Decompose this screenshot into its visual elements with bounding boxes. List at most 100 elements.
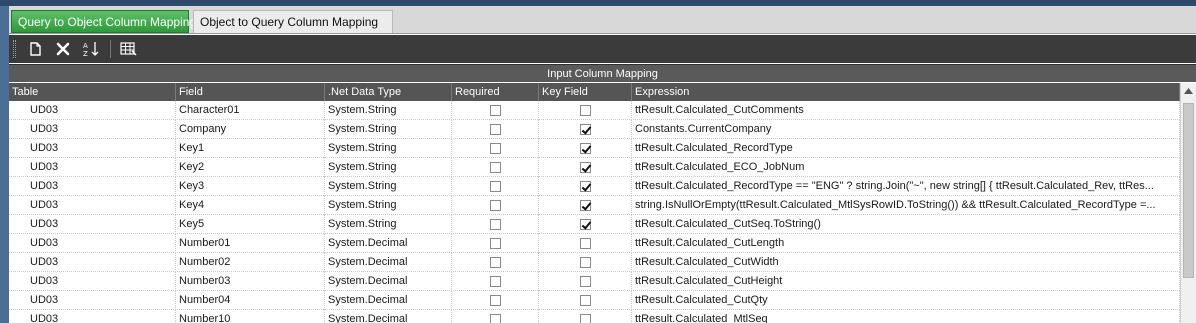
- key-field-checkbox[interactable]: [579, 200, 591, 211]
- cell-type[interactable]: System.Decimal: [325, 310, 452, 323]
- cell-type[interactable]: System.Decimal: [325, 291, 452, 310]
- delete-button[interactable]: [52, 38, 74, 60]
- table-row[interactable]: UD03 Key5 System.String ttResult.Calculated…: [9, 215, 1180, 234]
- key-field-checkbox[interactable]: [579, 238, 591, 249]
- sort-button[interactable]: A Z: [80, 38, 102, 60]
- table-row[interactable]: UD03 Key3 System.String ttResult.Calculated…: [9, 177, 1180, 196]
- cell-table[interactable]: UD03: [9, 253, 176, 272]
- column-header-type[interactable]: .Net Data Type: [325, 83, 452, 101]
- cell-field[interactable]: Key5: [176, 215, 325, 234]
- key-field-checkbox[interactable]: [579, 314, 591, 323]
- required-checkbox[interactable]: [489, 219, 501, 230]
- column-header-expression[interactable]: Expression: [632, 83, 1180, 101]
- required-checkbox[interactable]: [489, 200, 501, 211]
- cell-field[interactable]: Character01: [176, 101, 325, 120]
- cell-table[interactable]: UD03: [9, 234, 176, 253]
- cell-type[interactable]: System.String: [325, 139, 452, 158]
- required-checkbox[interactable]: [489, 162, 501, 173]
- cell-field[interactable]: Company: [176, 120, 325, 139]
- cell-type[interactable]: System.Decimal: [325, 234, 452, 253]
- table-row[interactable]: UD03 Number10 System.Decimal ttResult.Calcu…: [9, 310, 1180, 323]
- column-header-key-field[interactable]: Key Field: [539, 83, 632, 101]
- required-checkbox[interactable]: [489, 257, 501, 268]
- cell-expression[interactable]: ttResult.Calculated_RecordType: [632, 139, 1180, 158]
- toolbar-grip[interactable]: [13, 40, 16, 58]
- tab-query-to-object[interactable]: Query to Object Column Mapping: [11, 10, 196, 33]
- scroll-thumb[interactable]: [1183, 103, 1194, 278]
- cell-type[interactable]: System.String: [325, 101, 452, 120]
- cell-expression[interactable]: ttResult.Calculated_CutComments: [632, 101, 1180, 120]
- vertical-scrollbar[interactable]: [1180, 83, 1196, 323]
- key-field-checkbox[interactable]: [579, 295, 591, 306]
- column-header-field[interactable]: Field: [176, 83, 325, 101]
- required-checkbox[interactable]: [489, 314, 501, 323]
- key-field-checkbox[interactable]: [579, 162, 591, 173]
- cell-expression[interactable]: string.IsNullOrEmpty(ttResult.Calculated…: [632, 196, 1180, 215]
- cell-type[interactable]: System.Decimal: [325, 272, 452, 291]
- cell-type[interactable]: System.String: [325, 177, 452, 196]
- key-field-checkbox[interactable]: [579, 124, 591, 135]
- cell-expression[interactable]: Constants.CurrentCompany: [632, 120, 1180, 139]
- table-row[interactable]: UD03 Number02 System.Decimal ttResult.Calcu…: [9, 253, 1180, 272]
- new-button[interactable]: [24, 38, 46, 60]
- required-checkbox[interactable]: [489, 238, 501, 249]
- key-field-checkbox[interactable]: [579, 219, 591, 230]
- required-checkbox[interactable]: [489, 143, 501, 154]
- cell-field[interactable]: Number10: [176, 310, 325, 323]
- table-row[interactable]: UD03 Key1 System.String ttResult.Calculated…: [9, 139, 1180, 158]
- table-row[interactable]: UD03 Key2 System.String ttResult.Calculated…: [9, 158, 1180, 177]
- cell-table[interactable]: UD03: [9, 215, 176, 234]
- required-checkbox[interactable]: [489, 105, 501, 116]
- cell-type[interactable]: System.String: [325, 196, 452, 215]
- key-field-checkbox[interactable]: [579, 143, 591, 154]
- cell-table[interactable]: UD03: [9, 310, 176, 323]
- cell-table[interactable]: UD03: [9, 120, 176, 139]
- column-header-required[interactable]: Required: [452, 83, 539, 101]
- cell-field[interactable]: Key3: [176, 177, 325, 196]
- cell-table[interactable]: UD03: [9, 291, 176, 310]
- cell-field[interactable]: Key4: [176, 196, 325, 215]
- grid-layout-button[interactable]: [117, 38, 139, 60]
- cell-field[interactable]: Key1: [176, 139, 325, 158]
- cell-field[interactable]: Key2: [176, 158, 325, 177]
- cell-type[interactable]: System.String: [325, 158, 452, 177]
- required-checkbox[interactable]: [489, 276, 501, 287]
- scroll-up-button[interactable]: [1181, 83, 1196, 99]
- key-field-checkbox[interactable]: [579, 276, 591, 287]
- cell-field[interactable]: Number01: [176, 234, 325, 253]
- cell-expression[interactable]: ttResult.Calculated_CutQty: [632, 291, 1180, 310]
- table-row[interactable]: UD03 Company System.String Constants.Curren…: [9, 120, 1180, 139]
- cell-expression[interactable]: ttResult.Calculated_RecordType == "ENG" …: [632, 177, 1180, 196]
- cell-expression[interactable]: ttResult.Calculated_CutWidth: [632, 253, 1180, 272]
- cell-table[interactable]: UD03: [9, 196, 176, 215]
- cell-table[interactable]: UD03: [9, 139, 176, 158]
- cell-expression[interactable]: ttResult.Calculated_CutSeq.ToString(): [632, 215, 1180, 234]
- table-row[interactable]: UD03 Number01 System.Decimal ttResult.Calcu…: [9, 234, 1180, 253]
- cell-table[interactable]: UD03: [9, 177, 176, 196]
- table-row[interactable]: UD03 Number03 System.Decimal ttResult.Calcu…: [9, 272, 1180, 291]
- cell-expression[interactable]: ttResult.Calculated_ECO_JobNum: [632, 158, 1180, 177]
- cell-type[interactable]: System.String: [325, 215, 452, 234]
- required-checkbox[interactable]: [489, 295, 501, 306]
- table-row[interactable]: UD03 Key4 System.String string.IsNullOrEmpt…: [9, 196, 1180, 215]
- column-header-table[interactable]: Table: [9, 83, 176, 101]
- cell-field[interactable]: Number04: [176, 291, 325, 310]
- cell-table[interactable]: UD03: [9, 101, 176, 120]
- cell-type[interactable]: System.Decimal: [325, 253, 452, 272]
- tab-object-to-query[interactable]: Object to Query Column Mapping: [193, 10, 393, 33]
- cell-type[interactable]: System.String: [325, 120, 452, 139]
- cell-table[interactable]: UD03: [9, 158, 176, 177]
- cell-field[interactable]: Number03: [176, 272, 325, 291]
- cell-expression[interactable]: ttResult.Calculated_CutLength: [632, 234, 1180, 253]
- required-checkbox[interactable]: [489, 181, 501, 192]
- table-row[interactable]: UD03 Character01 System.String ttResult.Cal…: [9, 101, 1180, 120]
- cell-table[interactable]: UD03: [9, 272, 176, 291]
- key-field-checkbox[interactable]: [579, 257, 591, 268]
- cell-expression[interactable]: ttResult.Calculated_MtlSeq: [632, 310, 1180, 323]
- key-field-checkbox[interactable]: [579, 181, 591, 192]
- cell-field[interactable]: Number02: [176, 253, 325, 272]
- required-checkbox[interactable]: [489, 124, 501, 135]
- cell-expression[interactable]: ttResult.Calculated_CutHeight: [632, 272, 1180, 291]
- table-row[interactable]: UD03 Number04 System.Decimal ttResult.Calcu…: [9, 291, 1180, 310]
- key-field-checkbox[interactable]: [579, 105, 591, 116]
